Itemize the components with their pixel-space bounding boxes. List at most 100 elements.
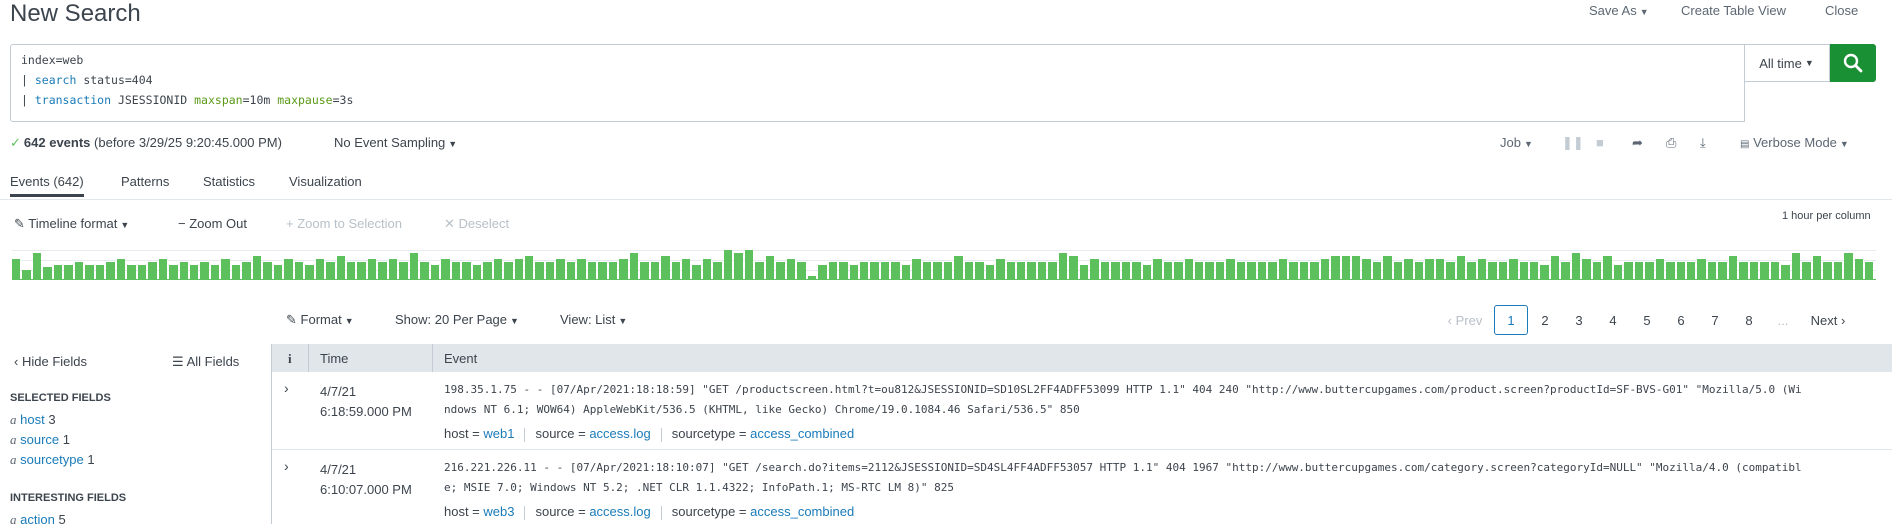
histogram-bar[interactable] — [231, 264, 241, 279]
histogram-bar[interactable] — [95, 264, 105, 279]
histogram-bar[interactable] — [650, 261, 660, 279]
histogram-bar[interactable] — [1079, 264, 1089, 279]
histogram-bar[interactable] — [828, 261, 838, 279]
histogram-bar[interactable] — [1090, 258, 1099, 279]
histogram-bar[interactable] — [1027, 261, 1036, 279]
histogram-bar[interactable] — [441, 258, 450, 279]
histogram-bar[interactable] — [1467, 261, 1476, 279]
histogram-bar[interactable] — [1132, 261, 1141, 279]
histogram-bar[interactable] — [598, 261, 607, 279]
per-page-dropdown[interactable]: Show: 20 Per Page ▼ — [395, 312, 519, 327]
histogram-bar[interactable] — [1163, 261, 1173, 279]
histogram-bar[interactable] — [43, 267, 52, 279]
histogram-bar[interactable] — [786, 258, 796, 279]
histogram-bar[interactable] — [1498, 261, 1508, 279]
histogram-bar[interactable] — [880, 261, 890, 279]
histogram-bar[interactable] — [535, 261, 544, 279]
histogram-bar[interactable] — [933, 261, 942, 279]
page-button[interactable]: 1 — [1494, 305, 1528, 335]
histogram-bar[interactable] — [608, 261, 618, 279]
histogram-bar[interactable] — [577, 258, 586, 279]
histogram-bar[interactable] — [305, 264, 314, 279]
histogram-bar[interactable] — [1331, 255, 1340, 279]
histogram-bar[interactable] — [556, 258, 565, 279]
view-dropdown[interactable]: View: List ▼ — [560, 312, 627, 327]
histogram-bar[interactable] — [273, 264, 283, 279]
histogram-bar[interactable] — [640, 261, 649, 279]
histogram-bar[interactable] — [315, 258, 325, 279]
histogram-bar[interactable] — [870, 261, 879, 279]
export-icon[interactable]: ⤓ — [1700, 135, 1706, 151]
timeline-format-dropdown[interactable]: ✎ Timeline format ▼ — [14, 216, 129, 232]
histogram-bar[interactable] — [158, 258, 168, 279]
histogram-bar[interactable] — [1153, 258, 1162, 279]
histogram-bar[interactable] — [1425, 258, 1434, 279]
histogram-bar[interactable] — [1749, 261, 1759, 279]
next-page-button[interactable]: Next › — [1800, 305, 1856, 335]
zoom-to-selection-button[interactable]: + Zoom to Selection — [286, 216, 402, 231]
save-as-button[interactable]: Save As ▼ — [1589, 3, 1649, 18]
histogram-bar[interactable] — [1341, 255, 1350, 279]
histogram-bar[interactable] — [671, 261, 680, 279]
histogram-bar[interactable] — [252, 255, 262, 279]
histogram-bar[interactable] — [1446, 261, 1455, 279]
histogram-bar[interactable] — [1613, 264, 1623, 279]
histogram-bar[interactable] — [1278, 258, 1288, 279]
histogram-bar[interactable] — [765, 255, 775, 279]
page-button[interactable]: 7 — [1698, 305, 1732, 335]
histogram-bar[interactable] — [1739, 261, 1748, 279]
histogram-bar[interactable] — [221, 258, 230, 279]
page-button[interactable]: 8 — [1732, 305, 1766, 335]
histogram-bar[interactable] — [1844, 252, 1853, 279]
tab-events[interactable]: Events (642) — [10, 174, 84, 197]
histogram-bar[interactable] — [32, 252, 42, 279]
histogram-bar[interactable] — [943, 261, 953, 279]
histogram-bar[interactable] — [137, 264, 147, 279]
histogram-bar[interactable] — [294, 261, 304, 279]
histogram-bar[interactable] — [702, 258, 712, 279]
page-button[interactable]: 2 — [1528, 305, 1562, 335]
histogram-bar[interactable] — [807, 276, 817, 279]
expand-chevron-icon[interactable]: › — [284, 380, 289, 396]
histogram-bar[interactable] — [1205, 261, 1214, 279]
field-item-source[interactable]: a source 1 — [10, 432, 70, 448]
histogram-bar[interactable] — [1299, 261, 1309, 279]
histogram-bar[interactable] — [964, 261, 974, 279]
histogram-bar[interactable] — [1372, 261, 1382, 279]
tab-visualization[interactable]: Visualization — [289, 174, 362, 189]
prev-page-button[interactable]: ‹ Prev — [1436, 305, 1494, 335]
histogram-bar[interactable] — [388, 258, 398, 279]
histogram-bar[interactable] — [336, 255, 345, 279]
histogram-bar[interactable] — [985, 264, 995, 279]
histogram-bar[interactable] — [1404, 258, 1413, 279]
histogram-bar[interactable] — [1320, 258, 1330, 279]
histogram-bar[interactable] — [1509, 258, 1518, 279]
histogram-bar[interactable] — [1048, 261, 1057, 279]
search-mode-dropdown[interactable]: ▤ Verbose Mode ▼ — [1740, 135, 1849, 150]
histogram-bar[interactable] — [483, 261, 492, 279]
histogram-bar[interactable] — [839, 261, 848, 279]
histogram-bar[interactable] — [148, 261, 157, 279]
histogram-bar[interactable] — [263, 261, 272, 279]
histogram-bar[interactable] — [1017, 261, 1026, 279]
histogram-bar[interactable] — [1289, 261, 1298, 279]
histogram-bar[interactable] — [1854, 258, 1863, 279]
hide-fields-button[interactable]: ‹ Hide Fields — [14, 354, 87, 369]
histogram-bar[interactable] — [1864, 261, 1874, 279]
histogram-bar[interactable] — [661, 255, 670, 279]
histogram-bar[interactable] — [1624, 261, 1633, 279]
histogram-bar[interactable] — [347, 261, 356, 279]
histogram-bar[interactable] — [1781, 264, 1790, 279]
sourcetype-value-link[interactable]: access_combined — [750, 426, 854, 441]
histogram-bar[interactable] — [1582, 258, 1591, 279]
histogram-bar[interactable] — [106, 261, 115, 279]
share-icon[interactable]: ➦ — [1632, 135, 1643, 151]
host-value-link[interactable]: web3 — [483, 504, 514, 519]
histogram-bar[interactable] — [1561, 261, 1570, 279]
histogram-bar[interactable] — [682, 258, 691, 279]
histogram-bar[interactable] — [1006, 261, 1015, 279]
create-table-view-button[interactable]: Create Table View — [1681, 3, 1786, 18]
histogram-bar[interactable] — [420, 261, 429, 279]
format-dropdown[interactable]: ✎ Format ▼ — [286, 312, 354, 328]
sourcetype-value-link[interactable]: access_combined — [750, 504, 854, 519]
